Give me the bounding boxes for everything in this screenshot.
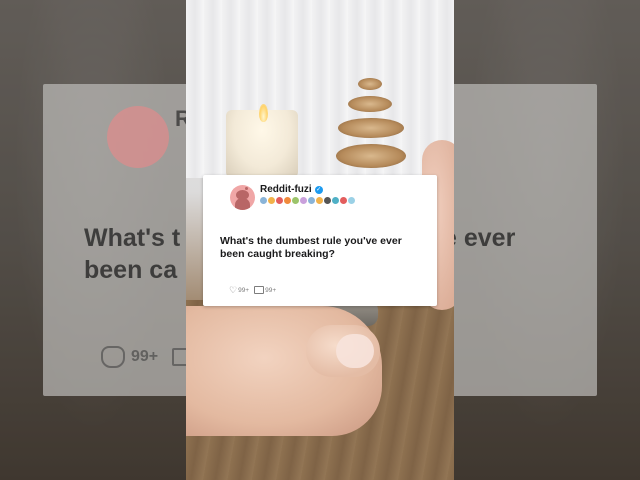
post-title: What's the dumbest rule you've ever been… bbox=[220, 235, 402, 260]
wood-slice bbox=[338, 118, 404, 138]
post-footer: ♡ 99+ 99+ bbox=[229, 285, 277, 295]
wood-slice bbox=[358, 78, 382, 90]
username: Reddit-fuzi bbox=[260, 184, 312, 195]
award-icon bbox=[340, 197, 347, 204]
award-icon bbox=[348, 197, 355, 204]
background-likes: 99+ bbox=[131, 348, 159, 365]
background-avatar bbox=[107, 106, 169, 168]
candle-flame bbox=[259, 104, 268, 122]
award-icon bbox=[268, 197, 275, 204]
award-icon bbox=[332, 197, 339, 204]
video-frame: R What's t ve ever been ca 99+ Reddit-fu… bbox=[0, 0, 640, 480]
award-icon bbox=[324, 197, 331, 204]
award-icon bbox=[300, 197, 307, 204]
heart-icon: ♡ bbox=[229, 285, 238, 295]
wood-slice-stack bbox=[336, 78, 406, 178]
wood-slice bbox=[336, 144, 406, 168]
reddit-post-card: Reddit-fuzi ✓ What's the dumbest rule yo… bbox=[203, 175, 437, 306]
background-question-line2: been ca bbox=[84, 256, 178, 284]
wood-slice bbox=[348, 96, 392, 112]
like-count: 99+ bbox=[238, 286, 250, 294]
thumbnail bbox=[336, 334, 374, 368]
avatar bbox=[230, 185, 255, 210]
award-icon bbox=[292, 197, 299, 204]
verified-icon: ✓ bbox=[314, 185, 323, 194]
award-icon bbox=[308, 197, 315, 204]
background-footer: 99+ bbox=[101, 346, 195, 368]
avatar-body bbox=[235, 198, 250, 210]
award-icon bbox=[284, 197, 291, 204]
award-icon bbox=[316, 197, 323, 204]
comment-icon bbox=[254, 286, 265, 294]
background-question-line1: What's t bbox=[84, 224, 181, 252]
award-icon bbox=[260, 197, 267, 204]
background-heart-icon bbox=[101, 346, 125, 368]
comment-count: 99+ bbox=[265, 286, 277, 294]
award-icon bbox=[276, 197, 283, 204]
awards-row bbox=[260, 197, 355, 204]
username-row: Reddit-fuzi ✓ bbox=[260, 184, 323, 195]
